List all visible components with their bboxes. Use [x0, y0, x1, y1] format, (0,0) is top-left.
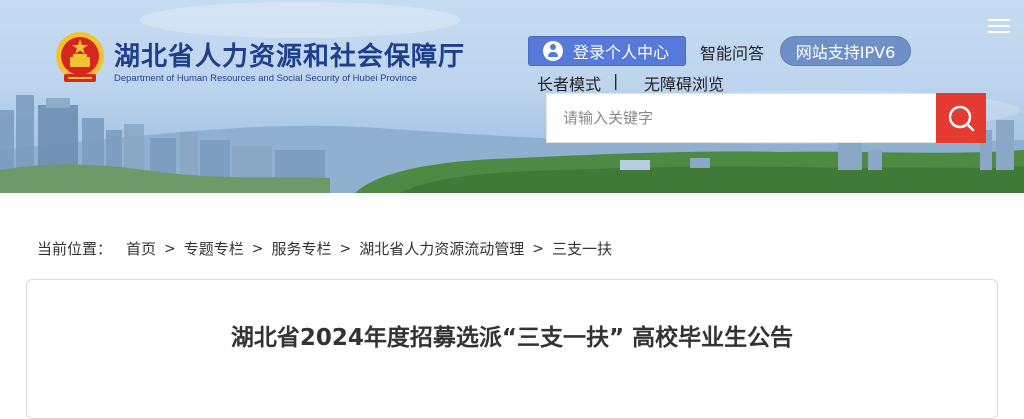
breadcrumb-sanzhiyifu[interactable]: 三支一扶: [552, 238, 612, 259]
menu-icon[interactable]: [986, 16, 1012, 36]
article-card: 湖北省2024年度招募选派“三支一扶” 高校毕业生公告: [26, 279, 998, 419]
login-button-label: 登录个人中心: [573, 43, 670, 62]
national-emblem-icon: [56, 32, 104, 82]
search-button[interactable]: [936, 93, 986, 143]
site-header: 湖北省人力资源和社会保障厅 Department of Human Resour…: [0, 0, 1024, 193]
breadcrumb-separator: >: [251, 240, 264, 257]
breadcrumb-home[interactable]: 首页: [126, 238, 156, 259]
breadcrumb-hr-mobility[interactable]: 湖北省人力资源流动管理: [359, 238, 524, 259]
breadcrumb-separator: >: [532, 240, 545, 257]
ipv6-support-badge[interactable]: 网站支持IPV6: [780, 36, 911, 66]
site-subtitle: Department of Human Resources and Social…: [114, 73, 418, 84]
smart-qa-link[interactable]: 智能问答: [700, 40, 764, 64]
login-personal-center-button[interactable]: 登录个人中心: [528, 36, 686, 66]
site-title: 湖北省人力资源和社会保障厅: [114, 42, 466, 72]
search-input[interactable]: [547, 94, 937, 142]
link-separator: |: [613, 71, 619, 90]
breadcrumb: 当前位置： 首页 > 专题专栏 > 服务专栏 > 湖北省人力资源流动管理 > 三…: [37, 238, 612, 259]
breadcrumb-label: 当前位置：: [37, 240, 113, 258]
elder-mode-link[interactable]: 长者模式: [537, 71, 601, 95]
accessibility-browsing-link[interactable]: 无障碍浏览: [644, 71, 724, 95]
article-title: 湖北省2024年度招募选派“三支一扶” 高校毕业生公告: [230, 325, 794, 351]
breadcrumb-special-topics[interactable]: 专题专栏: [184, 238, 244, 259]
breadcrumb-service-column[interactable]: 服务专栏: [272, 238, 332, 259]
breadcrumb-separator: >: [164, 240, 176, 257]
user-icon: [543, 41, 563, 61]
search-icon: [948, 105, 975, 132]
breadcrumb-separator: >: [339, 240, 352, 257]
search-box: [546, 93, 938, 143]
